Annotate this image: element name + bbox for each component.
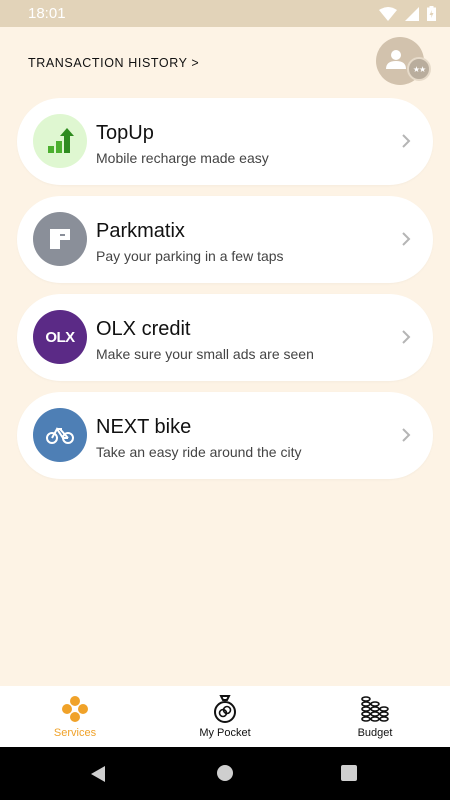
bike-icon [33,408,87,462]
service-subtitle: Mobile recharge made easy [96,150,269,166]
chevron-right-icon [402,330,411,344]
pocket-icon [210,694,240,724]
rating-stars-icon: ★★ [407,57,431,81]
nav-label: Budget [357,727,393,739]
services-icon [60,694,90,724]
service-title: Parkmatix [96,220,185,242]
service-title: TopUp [96,122,154,144]
budget-icon [360,694,390,724]
nav-label: My Pocket [199,727,251,739]
person-icon [386,50,406,69]
status-time: 18:01 [28,5,66,22]
chevron-right-icon [402,134,411,148]
battery-icon [427,6,436,21]
back-icon[interactable] [90,765,106,783]
chevron-right-icon [402,232,411,246]
service-subtitle: Pay your parking in a few taps [96,248,284,264]
system-navigation-bar [0,747,450,800]
service-title: NEXT bike [96,416,192,438]
service-subtitle: Make sure your small ads are seen [96,346,314,362]
status-bar: 18:01 [0,0,450,27]
service-card-parkmatix[interactable]: Parkmatix Pay your parking in a few taps [17,196,433,283]
bottom-navigation: Services My Pocket Budget [0,686,450,747]
nav-tab-my-pocket[interactable]: My Pocket [150,686,300,747]
nav-label: Services [53,727,97,739]
home-icon[interactable] [217,765,233,781]
parkmatix-icon [33,212,87,266]
cell-signal-icon [405,6,419,21]
service-card-next-bike[interactable]: NEXT bike Take an easy ride around the c… [17,392,433,479]
transaction-history-link[interactable]: TRANSACTION HISTORY > [28,56,199,70]
topup-icon [33,114,87,168]
nav-tab-services[interactable]: Services [0,686,150,747]
nav-tab-budget[interactable]: Budget [300,686,450,747]
status-icons [379,6,436,21]
olx-logo-text: OLX [45,328,75,346]
service-subtitle: Take an easy ride around the city [96,444,302,460]
wifi-icon [379,6,397,21]
chevron-right-icon [402,428,411,442]
service-card-olx-credit[interactable]: OLX OLX credit Make sure your small ads … [17,294,433,381]
service-card-topup[interactable]: TopUp Mobile recharge made easy [17,98,433,185]
service-title: OLX credit [96,318,191,340]
olx-icon: OLX [33,310,87,364]
recent-apps-icon[interactable] [341,765,357,781]
